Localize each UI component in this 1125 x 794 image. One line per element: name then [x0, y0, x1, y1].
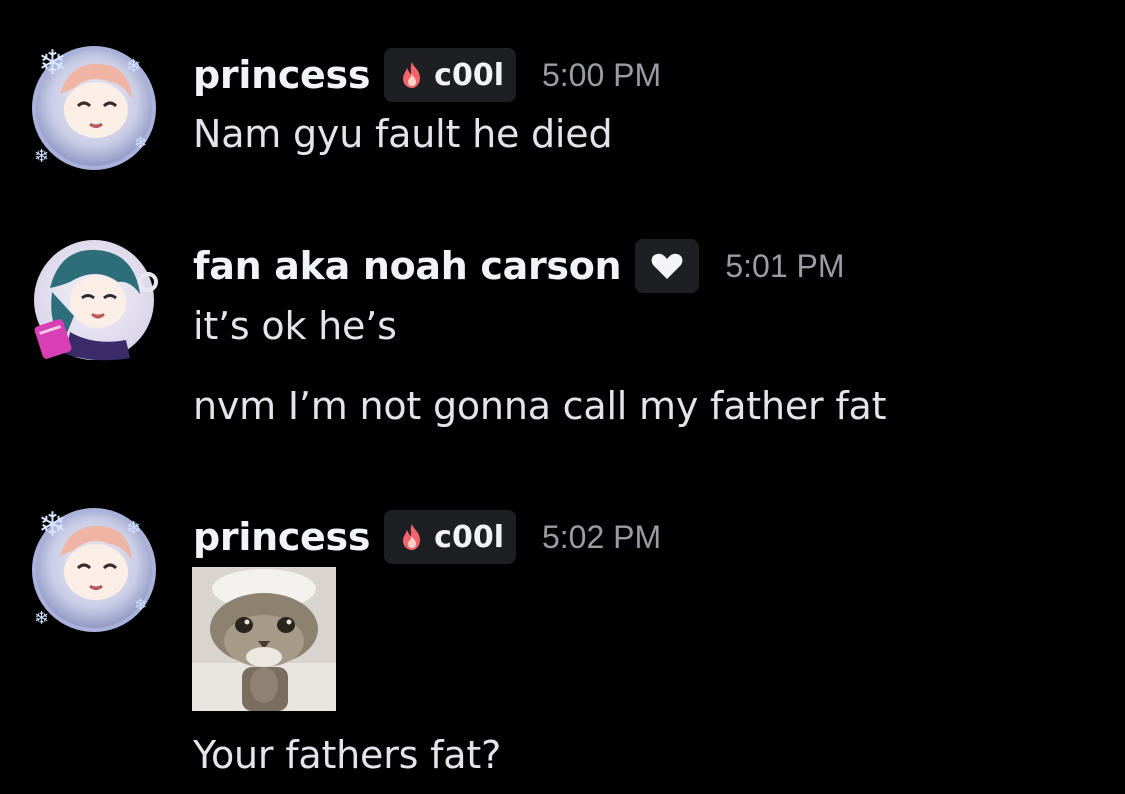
server-tag-label: c00l — [434, 57, 504, 93]
heart-icon — [651, 253, 683, 279]
anime-avatar-headphones-icon — [34, 240, 158, 361]
timestamp: 5:01 PM — [725, 247, 845, 284]
avatar[interactable]: ❄ ❄ ❄ ❄ — [30, 506, 158, 634]
timestamp: 5:02 PM — [541, 518, 662, 555]
message-header: princess c00l 5:00 PM — [193, 45, 661, 105]
username[interactable]: princess — [193, 515, 370, 559]
username[interactable]: fan aka noah carson — [193, 244, 622, 288]
username[interactable]: princess — [193, 53, 370, 97]
image-attachment[interactable] — [192, 567, 336, 711]
svg-text:❄: ❄ — [126, 518, 141, 539]
svg-text:❄: ❄ — [126, 56, 141, 77]
server-tag[interactable] — [635, 239, 700, 293]
svg-text:❄: ❄ — [38, 44, 67, 83]
fire-icon — [403, 62, 421, 88]
message-text: it’s ok he’s — [193, 304, 397, 348]
anime-avatar-snowflake-icon: ❄ ❄ ❄ ❄ — [32, 506, 156, 632]
avatar[interactable] — [30, 236, 158, 364]
svg-text:❄: ❄ — [134, 595, 147, 614]
svg-text:❄: ❄ — [38, 506, 67, 545]
svg-text:❄: ❄ — [134, 133, 147, 152]
message-text: Nam gyu fault he died — [193, 112, 613, 156]
server-tag[interactable]: c00l — [384, 48, 516, 102]
message-header: fan aka noah carson 5:01 PM — [193, 236, 845, 296]
server-tag[interactable]: c00l — [384, 510, 516, 564]
anime-avatar-snowflake-icon: ❄ ❄ ❄ ❄ — [32, 44, 156, 170]
avatar[interactable]: ❄ ❄ ❄ ❄ — [30, 44, 158, 172]
server-tag-label: c00l — [434, 519, 504, 555]
fire-icon — [403, 524, 421, 550]
svg-text:❄: ❄ — [34, 146, 49, 167]
message-text: Your fathers fat? — [193, 733, 502, 777]
message-text: nvm I’m not gonna call my father fat — [193, 384, 887, 428]
timestamp: 5:00 PM — [541, 56, 662, 93]
cat-image — [192, 567, 336, 711]
svg-text:❄: ❄ — [34, 608, 49, 629]
message-header: princess c00l 5:02 PM — [193, 507, 661, 567]
